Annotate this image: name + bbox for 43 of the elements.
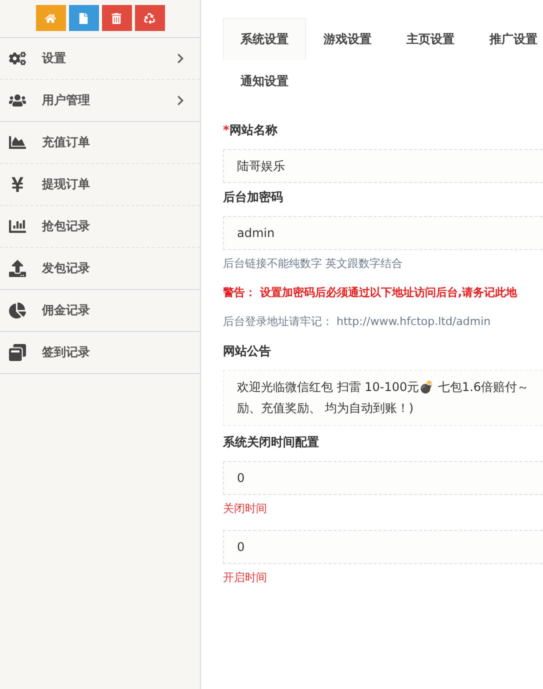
field-label: 系统关闭时间配置 (223, 434, 320, 451)
field-label: 网站名称 (229, 123, 278, 137)
file-icon (78, 12, 89, 24)
warning-text: 警告： 设置加密码后必须通过以下地址访问后台,请务记此地 (223, 285, 518, 300)
sidebar-item[interactable]: 充值订单 (0, 122, 200, 164)
sidebar-item[interactable]: 发包记录 (0, 248, 200, 290)
hint-text: 后台链接不能纯数字 英文跟数字结合 (223, 256, 404, 271)
field-label: 后台加密码 (223, 189, 284, 206)
sidebar-item[interactable]: 提现订单 (0, 164, 200, 206)
settings-icon (8, 50, 26, 67)
bar-chart-icon (8, 218, 26, 235)
pie-chart-icon (8, 302, 26, 319)
file-button[interactable] (68, 5, 98, 31)
required-mark: * (223, 123, 230, 137)
tab[interactable]: 推广设置 (472, 18, 543, 60)
tab[interactable]: 通知设置 (223, 60, 306, 102)
recycle-button[interactable] (134, 5, 164, 31)
recycle-icon (144, 12, 155, 24)
input-field[interactable]: 陆哥娱乐 (223, 149, 543, 183)
home-icon (45, 12, 56, 24)
sidebar-item[interactable]: 佣金记录 (0, 290, 200, 332)
sidebar-item[interactable]: 设置 (0, 38, 200, 80)
sidebar-item[interactable]: 签到记录 (0, 332, 200, 374)
windows-icon (8, 344, 26, 361)
hint-text: 后台登录地址请牢记： http://www.hfctop.ltd/admin (223, 314, 492, 329)
textarea-field[interactable]: 欢迎光临微信红包 扫雷 10-100元💣 七包1.6倍赔付～ 励、充值奖励、 均为自动到账！) (223, 370, 543, 426)
field-label: 网站公告 (223, 343, 272, 360)
time-note: 开启时间 (223, 570, 268, 585)
upload-icon (8, 260, 26, 277)
tab[interactable]: 主页设置 (389, 18, 472, 60)
input-field[interactable]: 0 (223, 461, 543, 495)
trash-icon (111, 12, 122, 24)
sidebar-item[interactable]: 用户管理 (0, 80, 200, 122)
tab[interactable]: 游戏设置 (306, 18, 389, 60)
sidebar-item[interactable]: 抢包记录 (0, 206, 200, 248)
area-chart-icon (8, 134, 26, 151)
tab[interactable]: 系统设置 (223, 18, 306, 60)
input-field[interactable]: 0 (223, 530, 543, 564)
users-icon (8, 92, 26, 109)
trash-button[interactable] (102, 5, 132, 31)
input-field[interactable]: admin (223, 216, 543, 250)
home-button[interactable] (36, 5, 66, 31)
time-note: 关闭时间 (223, 501, 268, 516)
